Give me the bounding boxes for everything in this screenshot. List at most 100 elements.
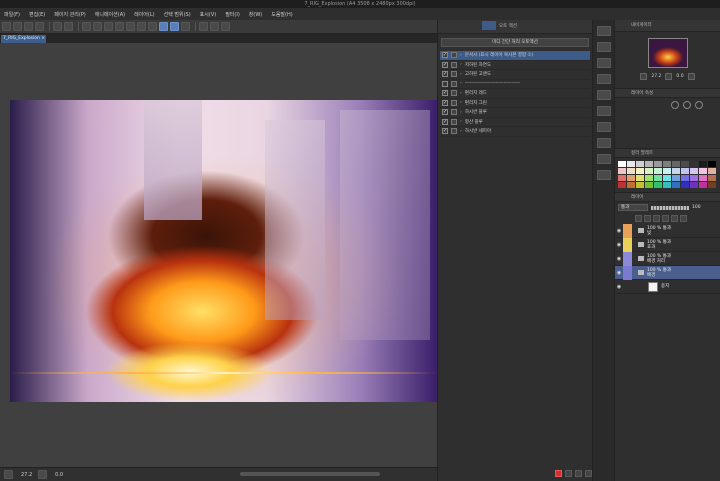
visibility-eye-icon[interactable]: ◉ [615,238,623,252]
color-swatch[interactable] [699,182,707,188]
color-swatch[interactable] [681,161,689,167]
auto-action-icon[interactable] [597,154,611,164]
color-swatch[interactable] [690,161,698,167]
crop-icon[interactable] [126,22,135,31]
menu-page-management[interactable]: 페이지 관리(P) [54,11,86,18]
enable-checkbox[interactable]: ✓ [442,61,448,68]
expand-arrow-icon[interactable]: › [460,91,462,96]
color-swatch[interactable] [672,182,680,188]
dialog-toggle[interactable] [451,71,457,78]
delete-icon[interactable] [585,470,592,477]
color-swatch[interactable] [636,175,644,181]
draft-icon[interactable] [653,215,660,222]
color-swatch[interactable] [627,161,635,167]
menu-layer[interactable]: 레이어(L) [134,11,155,18]
expand-arrow-icon[interactable]: › [460,81,462,86]
snap-grid-icon[interactable] [181,22,190,31]
enable-checkbox[interactable]: ✓ [442,52,448,59]
expand-arrow-icon[interactable]: › [460,100,462,105]
visibility-eye-icon[interactable]: ◉ [615,280,623,294]
auto-action-item[interactable]: ✓ › 하시반 세피아 [440,127,590,137]
deselect-icon[interactable] [115,22,124,31]
tablet-icon[interactable] [221,22,230,31]
opacity-slider[interactable] [651,205,689,210]
color-swatch[interactable] [636,161,644,167]
enable-checkbox[interactable]: ✓ [442,71,448,78]
menu-filter[interactable]: 필터(I) [225,11,240,18]
redo-icon[interactable] [64,22,73,31]
color-swatch[interactable] [627,168,635,174]
color-swatch[interactable] [636,182,644,188]
zoom-in-icon[interactable] [665,72,673,80]
auto-action-item[interactable]: ✓ › 편리지 레드 [440,89,590,99]
lock-icon[interactable] [662,215,669,222]
visibility-eye-icon[interactable]: ◉ [615,266,623,280]
tone-icon[interactable] [695,101,703,109]
layer-row[interactable]: ◉ 100 % 통과 배경 [615,265,720,280]
color-swatch[interactable] [708,175,716,181]
color-icon[interactable] [210,22,219,31]
color-slider-icon[interactable] [597,74,611,84]
auto-action-item[interactable]: ✓ › 문서사 (표시 레이어 복사본 결합 ①) [440,51,590,61]
color-swatch[interactable] [672,168,680,174]
navigator-zoom[interactable]: 27.2 [651,74,661,79]
color-swatch[interactable] [645,168,653,174]
enable-checkbox[interactable]: ✓ [442,128,448,135]
snap-ruler-icon[interactable] [159,22,168,31]
color-swatch[interactable] [654,161,662,167]
color-swatch[interactable] [690,168,698,174]
expand-arrow-icon[interactable]: › [460,62,462,67]
color-swatch[interactable] [645,175,653,181]
invert-selection-icon[interactable] [137,22,146,31]
color-swatch[interactable] [681,168,689,174]
expand-arrow-icon[interactable]: › [460,53,462,58]
settings-icon[interactable] [199,22,208,31]
color-swatch[interactable] [708,182,716,188]
intermediate-color-icon[interactable] [597,106,611,116]
explosion-artwork[interactable] [10,100,437,402]
dialog-toggle[interactable] [451,128,457,135]
color-swatch[interactable] [627,182,635,188]
color-swatch[interactable] [690,175,698,181]
color-swatch[interactable] [690,182,698,188]
clear-icon[interactable] [82,22,91,31]
history-icon[interactable] [597,122,611,132]
color-swatch[interactable] [708,161,716,167]
dialog-toggle[interactable] [451,118,457,125]
menu-view[interactable]: 표시(V) [200,11,217,18]
layer-row[interactable]: ◉ 100 % 통과 효과 [615,237,720,252]
navigator-thumbnail[interactable] [647,38,688,68]
horizontal-scrollbar[interactable] [240,472,380,476]
timeline-icon[interactable] [597,170,611,180]
color-swatch[interactable] [645,182,653,188]
document-tab[interactable]: 7_RIG_Explosion × [1,35,46,43]
expand-arrow-icon[interactable]: › [460,110,462,115]
transform-icon[interactable] [104,22,113,31]
enable-checkbox[interactable] [442,80,448,87]
dialog-toggle[interactable] [451,52,457,59]
color-swatch[interactable] [618,182,626,188]
color-swatch[interactable] [672,161,680,167]
expand-arrow-icon[interactable]: › [460,129,462,134]
color-swatch[interactable] [699,161,707,167]
auto-action-item[interactable]: › ---------------------------------- [440,80,590,89]
navigator-rotation[interactable]: 0.0 [676,74,683,79]
rotation-value[interactable]: 0.0 [55,472,63,478]
color-swatch[interactable] [699,175,707,181]
layer-row[interactable]: ◉ 용지 [615,280,720,294]
color-swatch[interactable] [618,175,626,181]
color-wheel-icon[interactable] [597,58,611,68]
auto-action-item[interactable]: ✓ › 항산 블루 [440,118,590,127]
visibility-eye-icon[interactable]: ◉ [615,224,623,238]
layer-row[interactable]: ◉ 100 % 통과 배경 처리 [615,251,720,266]
open-icon[interactable] [13,22,22,31]
border-effect-icon[interactable] [671,101,679,109]
color-swatch[interactable] [618,161,626,167]
color-swatch[interactable] [645,161,653,167]
brush-size-icon[interactable] [597,42,611,52]
auto-action-item[interactable]: ✓ › 고하된 고랜도 [440,70,590,80]
canvas-area[interactable] [0,43,437,467]
mask-icon[interactable] [671,215,678,222]
auto-action-item[interactable]: ✓ › 하시반 블루 [440,108,590,118]
undo-icon[interactable] [53,22,62,31]
